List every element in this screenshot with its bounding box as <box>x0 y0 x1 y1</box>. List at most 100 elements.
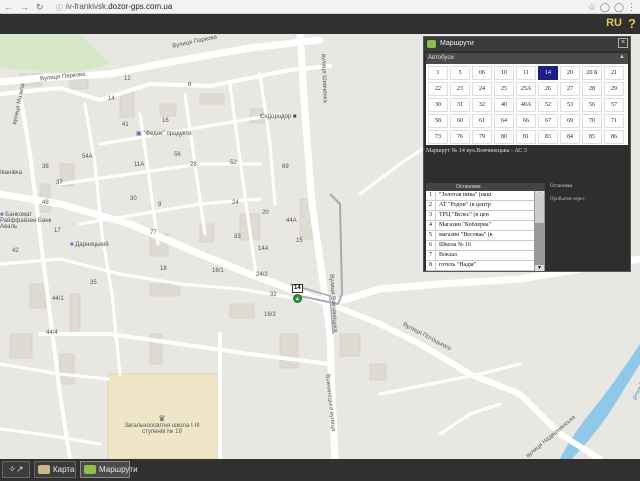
route-button[interactable]: 69 <box>560 114 580 128</box>
stop-row[interactable]: 8 готель "Надія" <box>426 261 545 271</box>
route-button[interactable]: 1 <box>428 66 448 80</box>
route-button[interactable]: 70 <box>582 114 602 128</box>
route-button[interactable]: 67 <box>538 114 558 128</box>
house-number: 16 <box>162 118 169 124</box>
stops-table: Остановки 1 "Золотая нива" (наш 2 АТ "Родон… <box>426 183 545 271</box>
route-button[interactable]: 53 <box>560 98 580 112</box>
poi-fedak[interactable]: ▣ "Федак" продукти <box>136 130 192 137</box>
stop-row[interactable]: 4 Магазин "Коблерва" <box>426 221 545 231</box>
house-number: 44/1 <box>52 296 64 302</box>
address-bar[interactable]: iv-frankivsk.dozor-gps.com.ua <box>66 2 172 11</box>
extension-icon[interactable]: ◯ <box>600 2 610 13</box>
route-button[interactable]: 20 Б <box>582 66 602 80</box>
menu-icon[interactable]: ⋮ <box>627 2 636 13</box>
map-button[interactable]: Карта <box>34 461 76 478</box>
scroll-down-icon[interactable]: ▼ <box>535 265 544 271</box>
route-button[interactable]: 14 <box>538 66 558 80</box>
school-icon: ♛ <box>158 414 166 423</box>
route-button[interactable]: 85 <box>582 130 602 144</box>
route-button[interactable]: 21 <box>604 66 624 80</box>
reload-icon[interactable]: ↻ <box>36 2 44 13</box>
route-button[interactable]: 28 <box>582 82 602 96</box>
poi-school[interactable]: ♛ Загальноосвітня школа I-III ступенів №… <box>122 414 202 435</box>
stop-name: ТРЦ "Велес" (в цен <box>439 212 489 218</box>
route-button[interactable]: 40 <box>494 98 514 112</box>
scroll-thumb[interactable] <box>535 193 544 223</box>
stop-row[interactable]: 5 магазин "Весоваа" (в <box>426 231 545 241</box>
route-button[interactable]: 61 <box>472 114 492 128</box>
route-button[interactable]: 5 <box>450 66 470 80</box>
route-button[interactable]: 22 <box>428 82 448 96</box>
poi-yedrodor[interactable]: Єндородор ■ <box>260 114 296 120</box>
house-number: 16/3 <box>264 312 276 318</box>
house-number: 35 <box>90 280 97 286</box>
route-button[interactable]: 23 <box>450 82 470 96</box>
stop-row[interactable]: 2 АТ "Родон" (в центр <box>426 201 545 211</box>
route-button[interactable]: 31 <box>450 98 470 112</box>
routes-icon <box>427 40 436 48</box>
route-button[interactable]: 71 <box>604 114 624 128</box>
poi-ivanivka[interactable]: Іванівка <box>0 170 22 176</box>
route-button[interactable]: 06 <box>472 66 492 80</box>
route-button[interactable]: 60 <box>450 114 470 128</box>
route-button[interactable]: 32 <box>472 98 492 112</box>
route-button[interactable]: 76 <box>450 130 470 144</box>
routes-button[interactable]: Маршрути <box>80 461 138 478</box>
house-number: 69 <box>282 164 289 170</box>
poi-darnytskyi[interactable]: ■ Дарницький <box>70 242 109 248</box>
back-icon[interactable]: ← <box>4 2 13 12</box>
route-button[interactable]: 83 <box>538 130 558 144</box>
page-info-icon[interactable]: ⓘ <box>56 3 63 13</box>
route-grid: 1 5 06 10 11 14 20 20 Б 21 22 23 24 25 25А 26 27 28 29 30 3… <box>426 64 628 145</box>
route-title: Маршрут № 14 вул.Вовчинецька - АС 3 <box>426 148 527 154</box>
buses-section-header[interactable]: Автобуси ▲ <box>426 53 628 64</box>
language-switch[interactable]: RU <box>606 17 622 29</box>
route-button[interactable]: 27 <box>560 82 580 96</box>
route-button[interactable]: 25 <box>494 82 514 96</box>
route-button[interactable]: 79 <box>472 130 492 144</box>
route-button[interactable]: 84 <box>560 130 580 144</box>
stop-number: 3 <box>426 212 436 220</box>
stop-row[interactable]: 3 ТРЦ "Велес" (в цен <box>426 211 545 221</box>
route-button[interactable]: 11 <box>516 66 536 80</box>
stops-scrollbar[interactable]: ▲ ▼ <box>534 191 545 271</box>
route-button[interactable]: 73 <box>428 130 448 144</box>
house-number: 41 <box>122 122 129 128</box>
extension2-icon[interactable]: ◯ <box>614 2 624 13</box>
route-button[interactable]: 66 <box>516 114 536 128</box>
route-button[interactable]: 81 <box>516 130 536 144</box>
route-button[interactable]: 20 <box>560 66 580 80</box>
close-icon[interactable]: × <box>618 38 628 48</box>
tools-button[interactable]: ✧↗ <box>2 461 30 478</box>
tools-icon: ✧↗ <box>8 464 24 474</box>
route-button[interactable]: 29 <box>604 82 624 96</box>
stop-name: "Золотая нива" (наш <box>439 192 492 198</box>
route-button[interactable]: 10 <box>494 66 514 80</box>
route-button[interactable]: 52 <box>538 98 558 112</box>
route-button[interactable]: 58 <box>428 114 448 128</box>
route-button[interactable]: 30 <box>428 98 448 112</box>
route-button[interactable]: 24 <box>472 82 492 96</box>
route-button[interactable]: 80 <box>494 130 514 144</box>
house-number: 37 <box>56 180 63 186</box>
house-number: 32 <box>270 292 277 298</box>
route-button[interactable]: 26 <box>538 82 558 96</box>
stop-row[interactable]: 7 Вокзал <box>426 251 545 261</box>
help-icon[interactable]: ? <box>628 16 636 31</box>
arrival-column: Остановка Прибытие через <box>548 183 630 271</box>
route-button[interactable]: 56 <box>582 98 602 112</box>
stop-row[interactable]: 6 Школа № 16 <box>426 241 545 251</box>
collapse-arrow-icon[interactable]: ▲ <box>619 54 625 60</box>
bus-marker[interactable]: 14 ▲ <box>292 284 303 303</box>
stop-name: Магазин "Коблерва" <box>439 222 491 228</box>
forward-icon[interactable]: → <box>20 2 29 12</box>
stop-row[interactable]: 1 "Золотая нива" (наш <box>426 191 545 201</box>
poi-bank[interactable]: ■ Банкомат Райффайзен Банк Аваль <box>0 212 60 230</box>
bookmark-star-icon[interactable]: ☆ <box>588 2 596 13</box>
route-button[interactable]: 40А <box>516 98 536 112</box>
route-button[interactable]: 64 <box>494 114 514 128</box>
route-button[interactable]: 86 <box>604 130 624 144</box>
route-button[interactable]: 57 <box>604 98 624 112</box>
stop-name: Школа № 16 <box>439 242 471 248</box>
route-button[interactable]: 25А <box>516 82 536 96</box>
